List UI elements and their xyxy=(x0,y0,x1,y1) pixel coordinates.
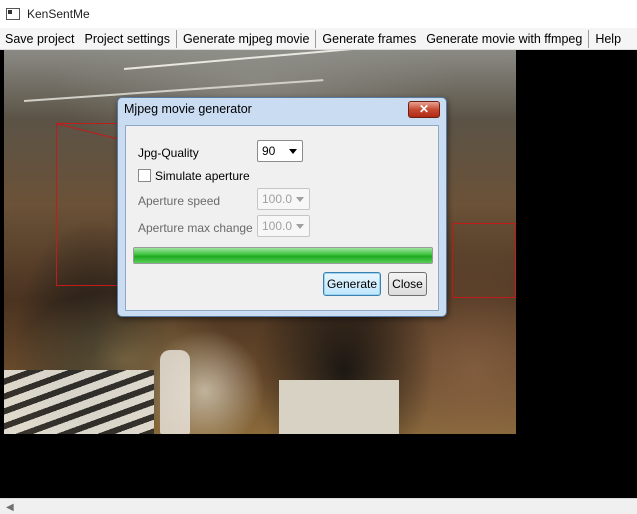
aperture-speed-select[interactable]: 100.0 xyxy=(257,188,310,210)
dialog-title: Mjpeg movie generator xyxy=(124,102,252,116)
aperture-speed-value: 100.0 xyxy=(262,192,293,206)
mjpeg-generator-dialog: Mjpeg movie generator ✕ Jpg-Quality 90 S… xyxy=(117,97,447,317)
aperture-max-change-value: 100.0 xyxy=(262,219,293,233)
title-bar: KenSentMe xyxy=(0,0,637,28)
menu-bar: Save project Project settings Generate m… xyxy=(0,28,637,50)
scroll-left-arrow-icon[interactable]: ◀ xyxy=(6,502,14,513)
menu-generate-frames[interactable]: Generate frames xyxy=(317,28,421,50)
menu-separator xyxy=(588,29,590,48)
simulate-aperture-checkbox[interactable] xyxy=(138,169,151,182)
dialog-close-icon[interactable]: ✕ xyxy=(408,101,440,118)
menu-help[interactable]: Help xyxy=(590,28,626,50)
simulate-aperture-label[interactable]: Simulate aperture xyxy=(155,169,250,183)
chevron-down-icon xyxy=(296,224,304,229)
aperture-max-change-select[interactable]: 100.0 xyxy=(257,215,310,237)
menu-generate-ffmpeg[interactable]: Generate movie with ffmpeg xyxy=(421,28,587,50)
app-window-icon xyxy=(6,8,20,20)
photo-detail xyxy=(160,350,190,434)
keyframe-region-box[interactable] xyxy=(452,223,516,298)
ceiling-light xyxy=(123,50,503,70)
jpg-quality-select[interactable]: 90 xyxy=(257,140,303,162)
window-title: KenSentMe xyxy=(27,7,90,21)
aperture-speed-label: Aperture speed xyxy=(138,194,221,208)
aperture-max-change-label: Aperture max change xyxy=(138,221,253,235)
photo-detail xyxy=(279,380,399,434)
chevron-down-icon xyxy=(289,149,297,154)
photo-detail xyxy=(4,370,154,434)
close-button[interactable]: Close xyxy=(388,272,427,296)
menu-separator xyxy=(315,29,317,48)
menu-save-project[interactable]: Save project xyxy=(0,28,79,50)
menu-separator xyxy=(175,29,177,48)
jpg-quality-label: Jpg-Quality xyxy=(138,146,199,160)
horizontal-scrollbar[interactable]: ◀ xyxy=(0,498,637,514)
menu-generate-mjpeg[interactable]: Generate mjpeg movie xyxy=(178,28,314,50)
app-window: KenSentMe Save project Project settings … xyxy=(0,0,637,514)
progress-fill xyxy=(134,248,432,263)
generate-button[interactable]: Generate xyxy=(323,272,381,296)
dialog-body: Jpg-Quality 90 Simulate aperture Apertur… xyxy=(125,125,439,311)
chevron-down-icon xyxy=(296,197,304,202)
jpg-quality-value: 90 xyxy=(262,144,276,158)
generation-progress-bar xyxy=(133,247,433,264)
menu-project-settings[interactable]: Project settings xyxy=(79,28,174,50)
